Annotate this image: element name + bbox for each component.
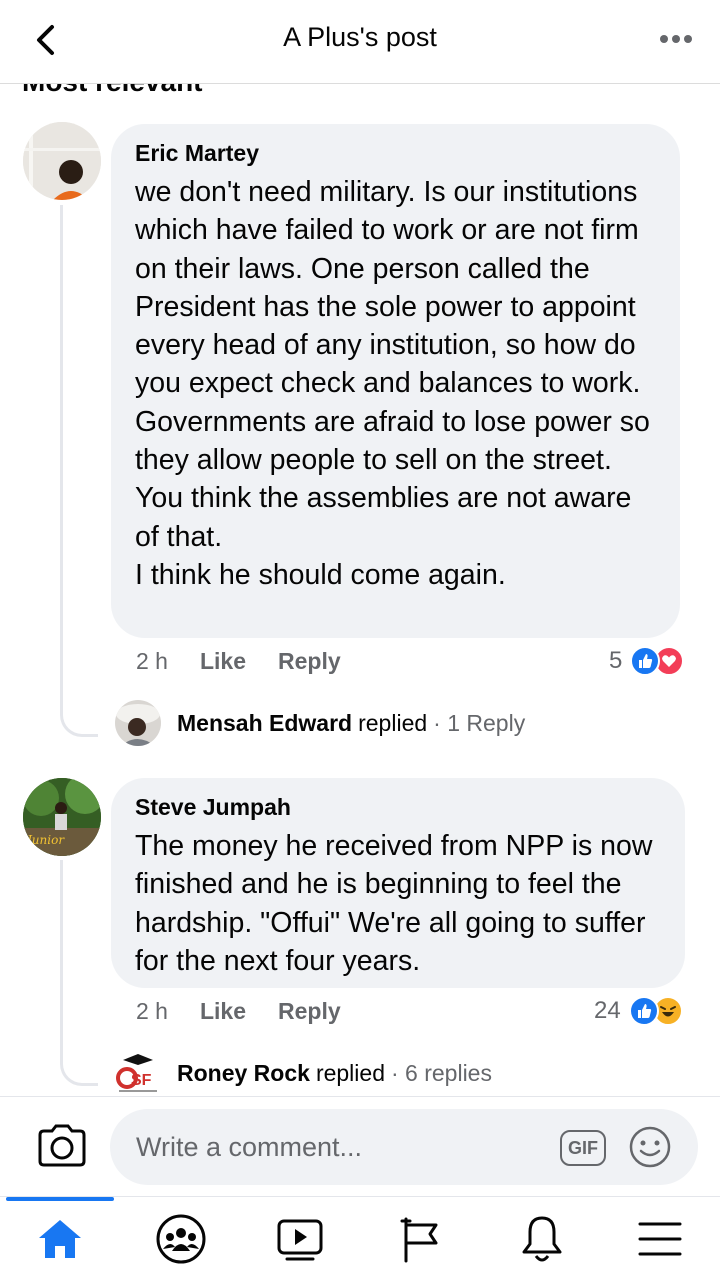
avatar: SF <box>115 1050 161 1096</box>
reply-count: · 6 replies <box>390 1059 492 1086</box>
active-tab-indicator <box>6 1197 114 1201</box>
reply-preview[interactable]: Mensah Edward replied · 1 Reply <box>115 700 525 746</box>
reply-button[interactable]: Reply <box>278 998 341 1025</box>
avatar[interactable] <box>23 122 101 200</box>
video-icon <box>277 1219 323 1261</box>
tab-notifications[interactable] <box>512 1211 572 1267</box>
more-horizontal-icon <box>660 35 692 43</box>
page-title: A Plus's post <box>283 22 437 52</box>
comment-text: The money he received from NPP is now fi… <box>135 830 653 977</box>
reaction-count: 24 <box>594 997 621 1024</box>
bottom-navigation <box>0 1196 720 1280</box>
comment-input[interactable]: Write a comment... GIF <box>110 1109 698 1185</box>
reaction-count: 5 <box>609 647 623 674</box>
camera-icon <box>38 1124 86 1167</box>
comment-timestamp: 2 h <box>136 648 168 674</box>
smiley-icon <box>629 1126 671 1168</box>
tab-menu[interactable] <box>630 1211 690 1267</box>
comment-timestamp: 2 h <box>136 998 168 1024</box>
avatar[interactable]: Junior <box>23 778 101 856</box>
more-options-button[interactable] <box>656 24 696 54</box>
home-icon <box>39 1220 81 1258</box>
bell-icon <box>522 1216 562 1262</box>
menu-icon <box>638 1222 682 1256</box>
reply-replied-label: replied <box>358 709 428 736</box>
tab-pages[interactable] <box>390 1211 450 1267</box>
comment-composer: Write a comment... GIF <box>0 1096 720 1196</box>
reply-button[interactable]: Reply <box>278 648 341 675</box>
thread-line <box>60 860 98 1086</box>
comment-text: we don't need military. Is our instituti… <box>135 176 650 591</box>
flag-icon <box>400 1217 438 1263</box>
comment-author[interactable]: Steve Jumpah <box>135 792 661 822</box>
svg-text:SF: SF <box>131 1072 152 1089</box>
tab-groups[interactable] <box>151 1211 211 1267</box>
comment-bubble[interactable]: Eric Martey we don't need military. Is o… <box>111 124 680 638</box>
reply-count: · 1 Reply <box>433 709 526 736</box>
reply-replied-label: replied <box>315 1059 385 1086</box>
comment-author[interactable]: Eric Martey <box>135 138 656 168</box>
tab-home[interactable] <box>30 1211 90 1267</box>
thread-line <box>60 205 98 737</box>
comment-meta: 2 h Like Reply <box>136 998 373 1025</box>
groups-icon <box>156 1214 206 1264</box>
reaction-summary[interactable]: 24 <box>594 996 683 1026</box>
comment-bubble[interactable]: Steve Jumpah The money he received from … <box>111 778 685 988</box>
avatar <box>115 700 161 746</box>
like-reaction-icon <box>630 646 661 676</box>
svg-text:Junior: Junior <box>24 833 65 847</box>
comment-input-placeholder: Write a comment... <box>136 1131 363 1162</box>
like-button[interactable]: Like <box>200 998 246 1025</box>
gif-button[interactable]: GIF <box>560 1130 606 1166</box>
camera-button[interactable] <box>36 1123 88 1169</box>
comment-meta: 2 h Like Reply <box>136 648 373 675</box>
top-bar: A Plus's post <box>0 0 720 84</box>
reaction-summary[interactable]: 5 <box>609 646 685 676</box>
reply-preview[interactable]: SF Roney Rock replied · 6 replies <box>115 1050 492 1096</box>
emoji-button[interactable] <box>628 1125 672 1169</box>
reply-author: Mensah Edward <box>177 709 353 736</box>
reply-author: Roney Rock <box>177 1059 310 1086</box>
like-reaction-icon <box>628 996 659 1026</box>
tab-watch[interactable] <box>270 1211 330 1267</box>
like-button[interactable]: Like <box>200 648 246 675</box>
